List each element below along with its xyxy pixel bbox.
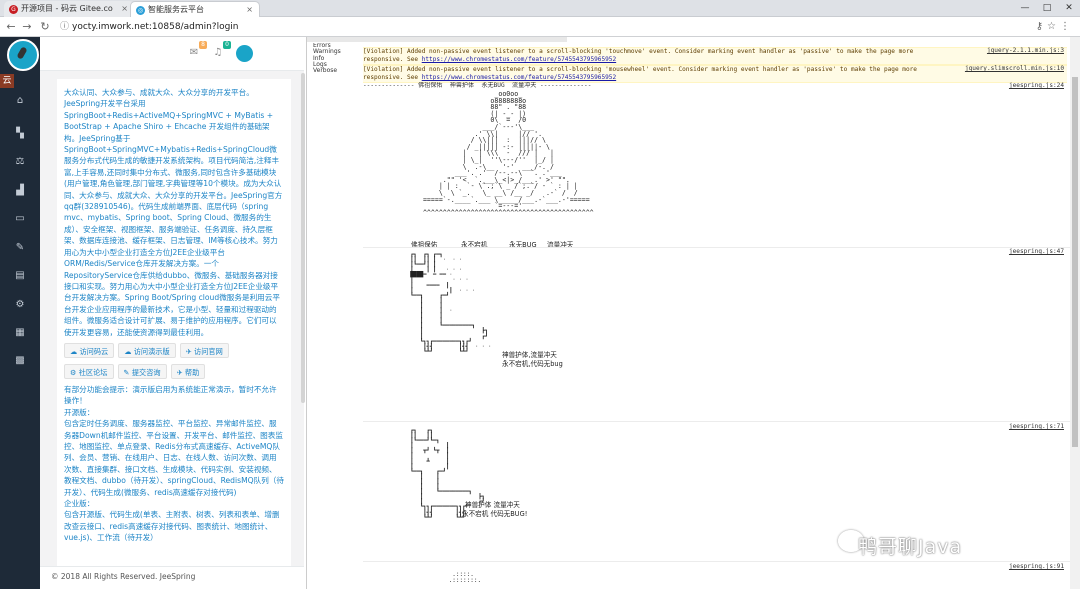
bell-badge: 0 (223, 41, 231, 49)
database-icon[interactable]: ▦ (13, 326, 27, 340)
source-link[interactable]: jeespring.js:71 (1009, 423, 1064, 430)
visit-demo-button[interactable]: ☁ 访问演示版 (118, 342, 176, 358)
gitee-favicon-icon: G (9, 5, 18, 14)
wrench-icon[interactable]: ✎ (13, 241, 27, 255)
key-icon[interactable]: ⚷ (1036, 21, 1047, 32)
close-window-icon[interactable]: ✕ (1058, 0, 1080, 16)
address-bar[interactable]: ⓘ yocty.imwork.net:10858/admin?login (60, 19, 1020, 35)
tab-title: 开源项目 - 码云 Gitee.co (21, 4, 113, 13)
divider (363, 247, 1080, 248)
menu-dots-icon[interactable]: ⋮ (1060, 21, 1074, 32)
source-link[interactable]: jquery-2.1.1.min.js:3 (987, 47, 1064, 54)
button-label: 社区论坛 (78, 367, 108, 377)
button-row-1: ☁ 访问码云 ☁ 访问演示版 ✈ 访问官网 (64, 342, 284, 359)
open-edition-title: 开源版： (64, 407, 95, 417)
browser-tab-gitee[interactable]: G 开源项目 - 码云 Gitee.co × (4, 1, 134, 17)
button-label: 提交咨询 (131, 367, 161, 377)
source-link[interactable]: jquery.slimscroll.min.js:10 (965, 65, 1064, 72)
home-icon[interactable]: ⌂ (13, 94, 27, 108)
sidebar-nav: ⌂ ▚ ⚖ ▟ ▭ ✎ ▤ ⚙ ▦ ▩ (0, 37, 40, 589)
watermark: 鸭哥聊Java (858, 536, 963, 558)
back-arrow-icon[interactable]: ← (4, 19, 18, 35)
demo-notice: 有部分功能会提示：演示版启用为系统能正常演示，暂时不允许操作！ (64, 384, 277, 406)
book-icon[interactable]: ▤ (13, 269, 27, 283)
intro-panel: 大众认同、大众参与、成就大众、大众分享的开发平台。JeeSpring开发平台采用… (57, 79, 291, 566)
mail-icon[interactable]: ✉ 8 (186, 41, 207, 61)
source-link[interactable]: jeespring.js:24 (1009, 82, 1064, 89)
scale-icon[interactable]: ⚖ (13, 155, 27, 169)
top-header: ✉ 8 ♫ 0 (40, 37, 304, 71)
button-label: 访问演示版 (133, 346, 170, 356)
scrollbar-thumb[interactable] (1072, 77, 1078, 447)
buddha-ascii-art: _oo0oo_ o8888888o 88" . "88 (| -_- |) 0\… (422, 90, 594, 217)
help-button[interactable]: ✈ 帮助 (170, 363, 206, 379)
violation-link[interactable]: https://www.chromestatus.com/feature/574… (422, 74, 616, 81)
devtools-tabs (307, 37, 567, 52)
app-logo[interactable] (7, 39, 39, 71)
screen: G 开源项目 - 码云 Gitee.co × ◎ 智能服务云平台 × — □ ✕ ←… (0, 0, 1080, 589)
gear-icon[interactable]: ⚙ (13, 298, 27, 312)
forward-arrow-icon[interactable]: → (20, 19, 34, 35)
content-scrollbar[interactable] (301, 73, 305, 403)
enterprise-edition-text: 包含开源版、代码生成(单表、主附表、树表、列表和表单、增删改查云接口、redis… (64, 510, 280, 543)
visit-gitee-button[interactable]: ☁ 访问码云 (64, 342, 115, 358)
grid-icon[interactable]: ▩ (13, 354, 27, 368)
violation-message: [Violation] Added non-passive event list… (363, 47, 1067, 65)
browser-tabbar: G 开源项目 - 码云 Gitee.co × ◎ 智能服务云平台 × — □ ✕ (0, 0, 1080, 17)
enterprise-edition-title: 企业版： (64, 499, 95, 508)
side-tag: 云 (0, 74, 14, 88)
cloud-favicon-icon: ◎ (136, 6, 145, 15)
map-icon[interactable]: ▚ (13, 127, 27, 141)
console-scrollbar[interactable] (1070, 37, 1080, 589)
info-icon: ⓘ (60, 22, 70, 32)
log-level-filter[interactable]: Errors Warnings Info Logs Verbose (307, 43, 367, 75)
alpaca-ascii-art: ┏┓ ┏┓ ┏━┓ ┃┃ ┃┃ ┃ · · · ┃┗━━┛┃ ┃ ┃ ┃ ┃ ·… (410, 252, 492, 355)
tab-close-icon[interactable]: × (121, 1, 128, 17)
mail-badge: 8 (199, 41, 207, 49)
window-controls: — □ ✕ (1014, 0, 1080, 17)
url-text: yocty.imwork.net:10858/admin?login (72, 22, 239, 32)
consult-button[interactable]: ✎ 提交咨询 (117, 363, 167, 379)
user-avatar[interactable] (236, 45, 253, 62)
divider (363, 421, 1080, 422)
visit-site-button[interactable]: ✈ 访问官网 (179, 342, 229, 358)
tab-title: 智能服务云平台 (148, 5, 204, 14)
button-label: 访问官网 (194, 346, 223, 356)
footer: © 2018 All Rights Reserved. JeeSpring (40, 566, 304, 589)
minimize-icon[interactable]: — (1014, 0, 1036, 16)
ascii-art-fragment: .::::. .:::::::. (448, 571, 482, 584)
logo-area (0, 37, 40, 71)
main-content: 大众认同、大众参与、成就大众、大众分享的开发平台。JeeSpring开发平台采用… (40, 71, 304, 566)
chart-icon[interactable]: ▟ (13, 184, 27, 198)
divider (363, 561, 1080, 562)
browser-tools: ⚷☆⋮ (1036, 19, 1074, 35)
button-row-2: ⚙ 社区论坛 ✎ 提交咨询 ✈ 帮助 (64, 363, 284, 380)
button-label: 访问码云 (79, 346, 109, 356)
filter-item[interactable]: Verbose (313, 67, 367, 74)
button-label: 帮助 (184, 367, 200, 377)
violation-link[interactable]: https://www.chromestatus.com/feature/574… (422, 56, 616, 63)
source-link[interactable]: jeespring.js:91 (1009, 563, 1064, 570)
open-edition-text: 包含定时任务调度、服务器监控、平台监控、异常邮件监控、服务器Down机邮件监控、… (64, 419, 284, 497)
caption-text: 永不宕机,代码无bug (502, 360, 563, 368)
reload-icon[interactable]: ↻ (38, 19, 52, 35)
browser-toolbar: ← → ↻ ⓘ yocty.imwork.net:10858/admin?logi… (0, 17, 1080, 37)
star-icon[interactable]: ☆ (1047, 21, 1060, 32)
forum-button[interactable]: ⚙ 社区论坛 (64, 363, 114, 379)
browser-tab-platform[interactable]: ◎ 智能服务云平台 × (130, 1, 260, 17)
monitor-icon[interactable]: ▭ (13, 212, 27, 226)
maximize-icon[interactable]: □ (1036, 0, 1058, 16)
bell-icon[interactable]: ♫ 0 (210, 41, 231, 61)
violation-message: [Violation] Added non-passive event list… (363, 65, 1067, 83)
intro-paragraph: 大众认同、大众参与、成就大众、大众分享的开发平台。JeeSpring开发平台采用… (64, 88, 283, 337)
source-link[interactable]: jeespring.js:47 (1009, 248, 1064, 255)
caption-text: 永不宕机 代码无BUG! (462, 510, 528, 518)
tab-close-icon[interactable]: × (246, 2, 253, 17)
devtools-console: Errors Warnings Info Logs Verbose [Viola… (306, 37, 1080, 589)
